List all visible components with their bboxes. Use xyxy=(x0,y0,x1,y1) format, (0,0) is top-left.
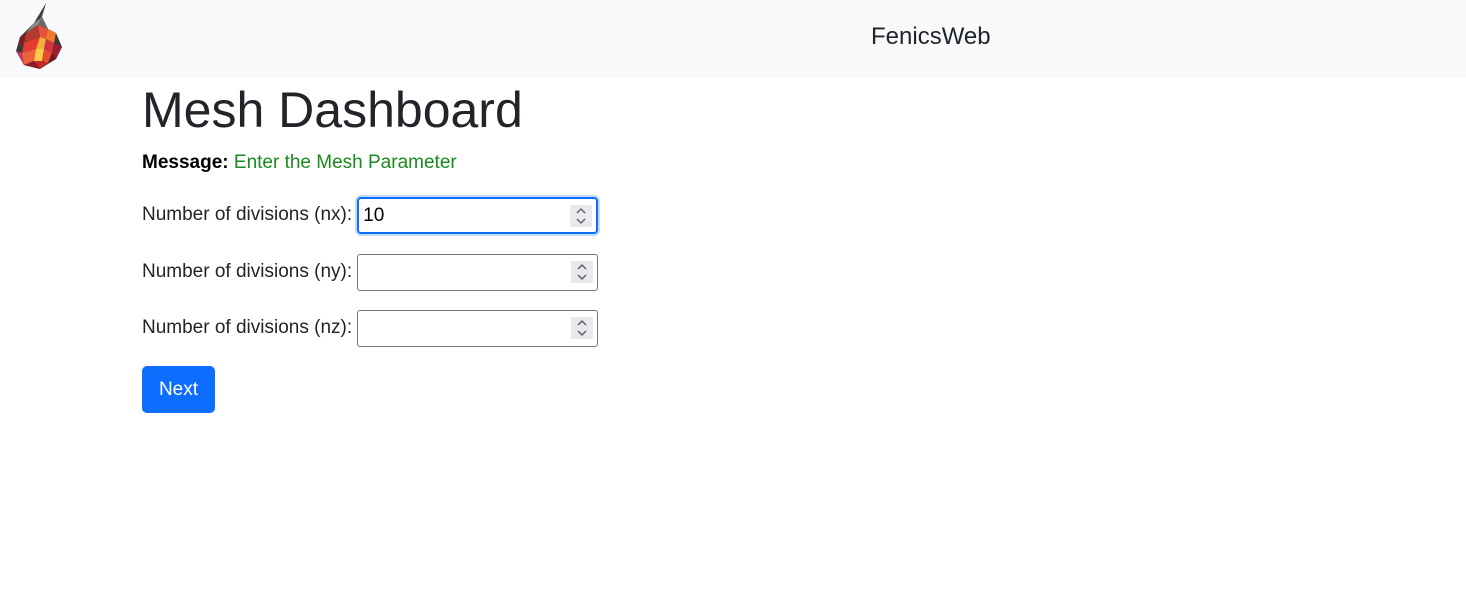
ny-input[interactable] xyxy=(357,253,599,291)
next-button[interactable]: Next xyxy=(142,366,215,413)
nz-spinner-icon[interactable] xyxy=(571,316,594,339)
nx-input[interactable]: 10 xyxy=(357,196,599,234)
ny-spinner-icon[interactable] xyxy=(571,260,594,283)
ny-label: Number of divisions (ny): xyxy=(142,261,353,282)
message-text: Enter the Mesh Parameter xyxy=(233,152,457,173)
nz-label: Number of divisions (nz): xyxy=(142,317,353,338)
message-line: Message: Enter the Mesh Parameter xyxy=(142,151,457,175)
page-title: Mesh Dashboard xyxy=(142,82,523,138)
message-label: Message: xyxy=(142,152,229,173)
navbar: FenicsWeb xyxy=(0,0,1466,77)
field-row-ny: Number of divisions (ny): xyxy=(142,253,599,291)
fenics-flame-logo-icon[interactable] xyxy=(12,3,66,69)
nx-input-value: 10 xyxy=(363,204,385,226)
nx-spinner-icon[interactable] xyxy=(570,204,593,227)
nz-input[interactable] xyxy=(357,309,599,347)
field-row-nz: Number of divisions (nz): xyxy=(142,309,599,347)
field-row-nx: Number of divisions (nx): 10 xyxy=(142,196,599,234)
nx-label: Number of divisions (nx): xyxy=(142,204,353,225)
brand-title[interactable]: FenicsWeb xyxy=(871,23,991,51)
